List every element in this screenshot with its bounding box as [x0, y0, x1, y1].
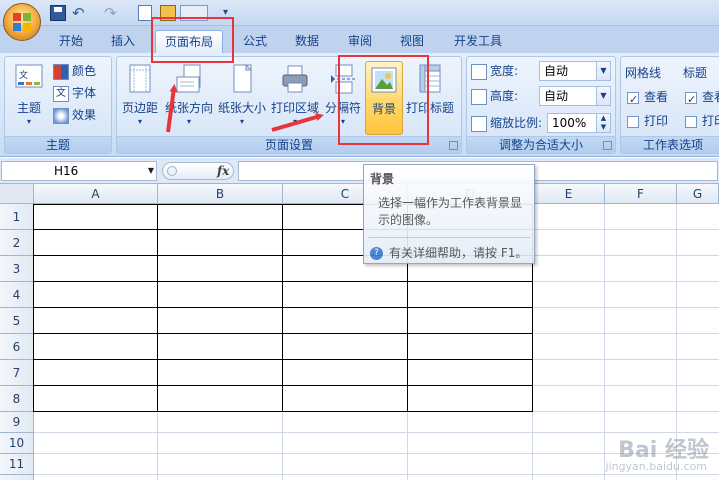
- annotation-arrows: [166, 84, 324, 133]
- arrow-up-to-tab: [166, 84, 178, 133]
- arrow-to-background: [271, 113, 324, 132]
